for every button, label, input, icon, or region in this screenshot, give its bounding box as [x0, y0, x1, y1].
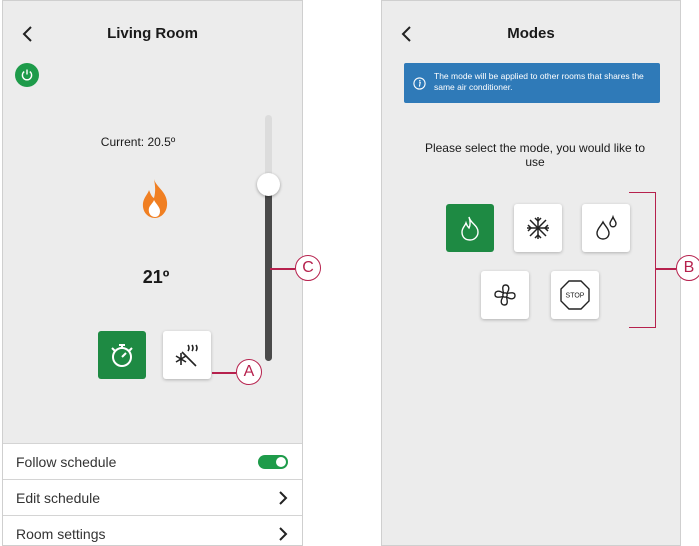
mode-prompt: Please select the mode, you would like t…: [424, 141, 646, 169]
chevron-right-icon: [279, 490, 288, 505]
current-temperature: Current: 20.5º: [100, 135, 176, 149]
power-button[interactable]: [15, 63, 39, 87]
ac-mode-button[interactable]: [163, 331, 211, 379]
callout-c: C: [295, 255, 321, 281]
room-settings-row[interactable]: Room settings: [3, 516, 302, 545]
schedule-mode-button[interactable]: [98, 331, 146, 379]
chevron-right-icon: [279, 526, 288, 541]
stop-mode-button[interactable]: STOP: [551, 271, 599, 319]
info-banner: The mode will be applied to other rooms …: [404, 63, 660, 103]
heat-mode-button[interactable]: [446, 204, 494, 252]
stop-icon: STOP: [560, 280, 590, 310]
callout-b: B: [676, 255, 699, 281]
page-title: Living Room: [107, 25, 198, 42]
callout-c-line: [270, 268, 295, 270]
power-icon: [21, 69, 33, 81]
temperature-slider[interactable]: [257, 115, 280, 361]
snowflake-icon: [527, 217, 549, 239]
settings-list: Follow schedule Edit schedule Room setti…: [3, 443, 302, 545]
callout-b-bracket: [629, 192, 656, 328]
callout-a: A: [236, 359, 262, 385]
stop-label: STOP: [566, 293, 585, 300]
flame-icon: [142, 179, 168, 218]
page-title: Modes: [507, 25, 555, 42]
info-text: The mode will be applied to other rooms …: [434, 71, 644, 92]
follow-schedule-row[interactable]: Follow schedule: [3, 444, 302, 480]
edit-schedule-label: Edit schedule: [16, 489, 101, 506]
flame-icon: [461, 216, 479, 241]
droplets-icon: [596, 214, 617, 240]
setpoint-temperature: 21º: [142, 267, 170, 287]
follow-schedule-toggle[interactable]: [258, 454, 288, 469]
slider-handle[interactable]: [257, 172, 280, 196]
callout-a-line: [212, 372, 236, 374]
slider-fill: [265, 183, 272, 361]
edit-schedule-row[interactable]: Edit schedule: [3, 480, 302, 516]
follow-schedule-label: Follow schedule: [16, 453, 117, 470]
info-icon: [413, 77, 426, 90]
fan-icon: [494, 284, 516, 306]
dry-mode-button[interactable]: [582, 204, 630, 252]
header-bar: Living Room: [3, 1, 302, 67]
cool-mode-button[interactable]: [514, 204, 562, 252]
timer-icon: [111, 344, 133, 367]
snowflake-heat-icon: [175, 344, 198, 367]
callout-b-line: [656, 268, 676, 270]
living-room-screen: Living Room Current: 20.5º 21º Follow sc…: [2, 0, 303, 546]
fan-mode-button[interactable]: [481, 271, 529, 319]
room-settings-label: Room settings: [16, 525, 106, 542]
header-bar: Modes: [382, 1, 680, 67]
